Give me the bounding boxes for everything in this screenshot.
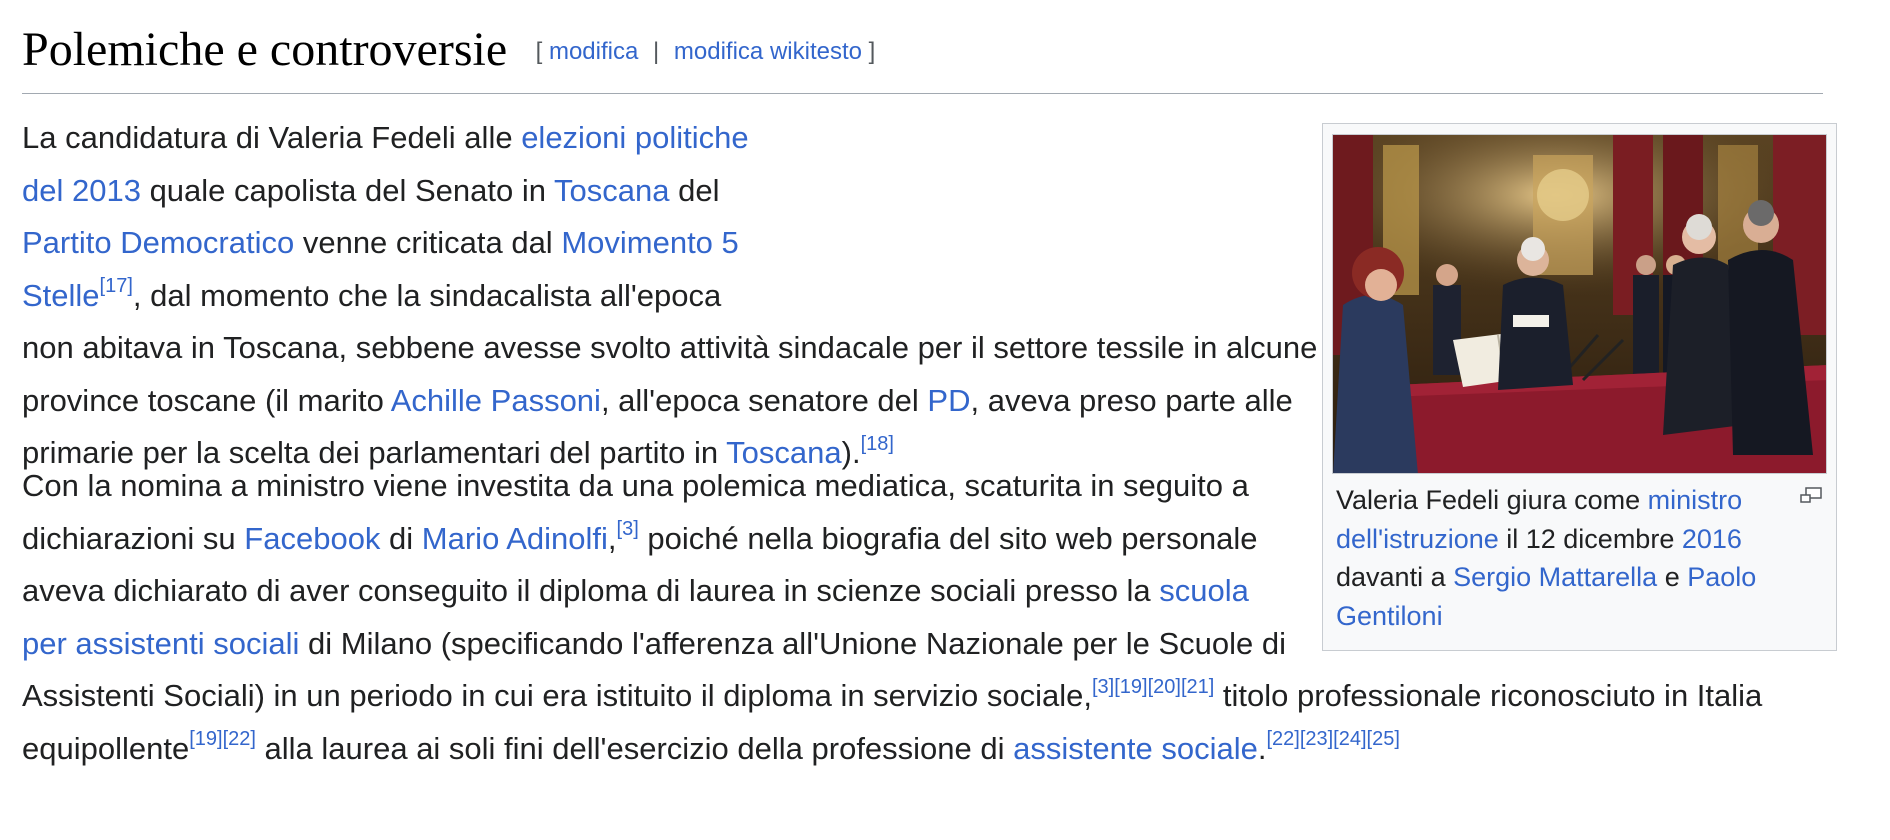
ref-18-link[interactable]: [18] xyxy=(861,433,894,455)
swearing-ceremony-photo xyxy=(1333,135,1826,473)
section-title: Polemiche e controversie xyxy=(22,23,508,76)
text: del xyxy=(669,172,720,208)
ref-20-link[interactable]: [20] xyxy=(1148,676,1181,698)
edit-close-bracket: ] xyxy=(868,38,876,65)
ref-22b-link[interactable]: [22] xyxy=(1266,728,1299,750)
ref-group-22-25: [22][23][24][25] xyxy=(1266,728,1399,750)
ref-19b-link[interactable]: [19] xyxy=(189,728,222,750)
link-pd[interactable]: PD xyxy=(927,383,970,418)
text: La candidatura di Valeria Fedeli alle xyxy=(22,120,522,155)
edit-wikitext-link[interactable]: modifica wikitesto xyxy=(674,38,862,65)
ref-group-19-22: [19][22] xyxy=(189,728,256,750)
text: , all'epoca senatore del xyxy=(600,382,928,418)
ref-24-link[interactable]: [24] xyxy=(1333,728,1366,750)
thumbnail-figure: Valeria Fedeli giura come ministro dell'… xyxy=(1322,123,1837,651)
ref-22-link[interactable]: [22] xyxy=(223,728,256,750)
edit-link[interactable]: modifica xyxy=(549,38,638,65)
text: venne criticata dal xyxy=(294,225,562,260)
edit-section-links: [ modifica | modifica wikitesto ] xyxy=(536,38,876,66)
link-facebook[interactable]: Facebook xyxy=(244,521,380,556)
ref-group-3-21: [3][19][20][21] xyxy=(1092,676,1214,698)
thumbnail-image[interactable] xyxy=(1332,134,1827,474)
ref-3-link[interactable]: [3] xyxy=(617,518,639,540)
text: Valeria Fedeli giura come xyxy=(1336,485,1648,515)
ref-17-link[interactable]: [17] xyxy=(100,275,133,297)
text: di xyxy=(380,520,422,556)
ref-21-link[interactable]: [21] xyxy=(1181,676,1214,698)
ref-25-link[interactable]: [25] xyxy=(1367,728,1400,750)
link-partito-democratico[interactable]: Partito Democratico xyxy=(22,225,294,260)
text: e xyxy=(1657,562,1688,592)
ref-3b-link[interactable]: [3] xyxy=(1092,676,1114,698)
link-assistente-sociale[interactable]: assistente sociale xyxy=(1013,731,1258,766)
edit-open-bracket: [ xyxy=(535,38,543,65)
ref-19-link[interactable]: [19] xyxy=(1114,676,1147,698)
text: , xyxy=(607,520,617,556)
text: davanti a xyxy=(1336,562,1454,592)
text: il 12 dicembre xyxy=(1498,523,1682,554)
link-sergio-mattarella[interactable]: Sergio Mattarella xyxy=(1453,562,1657,592)
text: quale capolista del Senato in xyxy=(140,172,555,208)
text: alla laurea ai soli fini dell'esercizio … xyxy=(255,730,1014,766)
link-2016[interactable]: 2016 xyxy=(1682,524,1742,554)
ref-3: [3] xyxy=(617,518,639,540)
ref-23-link[interactable]: [23] xyxy=(1300,728,1333,750)
enlarge-icon[interactable] xyxy=(1800,487,1822,505)
paragraph-candidatura: La candidatura di Valeria Fedeli alle el… xyxy=(22,112,1322,480)
section-heading: Polemiche e controversie [ modifica | mo… xyxy=(22,22,1823,94)
link-achille-passoni[interactable]: Achille Passoni xyxy=(391,383,601,418)
edit-separator: | xyxy=(653,38,660,65)
link-toscana[interactable]: Toscana xyxy=(554,173,669,208)
ref-18: [18] xyxy=(861,433,894,455)
ref-17: [17] xyxy=(100,275,133,297)
link-mario-adinolfi[interactable]: Mario Adinolfi xyxy=(422,521,608,556)
thumbnail-caption: Valeria Fedeli giura come ministro dell'… xyxy=(1336,481,1796,635)
